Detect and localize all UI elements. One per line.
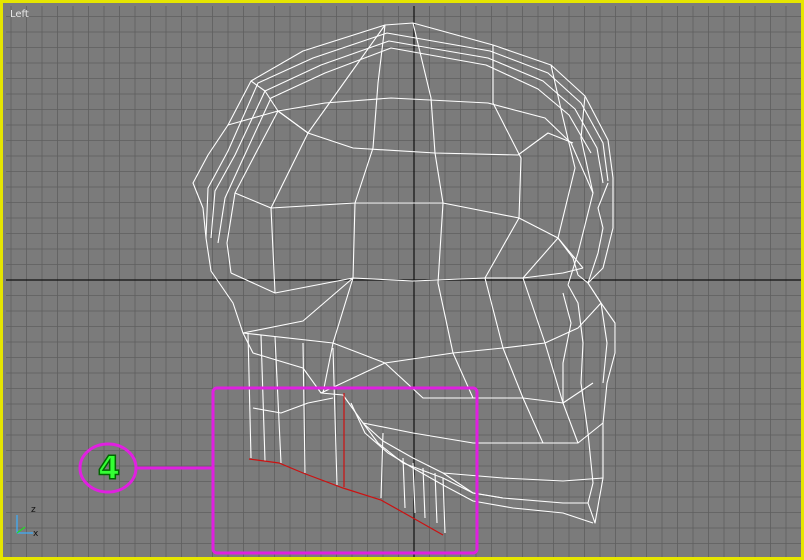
axis-gizmo: x z (16, 505, 39, 539)
left-viewport[interactable]: x z Left 4 (0, 0, 804, 560)
axis-z-label: z (31, 505, 36, 515)
skull-wireframe-mesh[interactable] (192, 22, 616, 534)
axis-x-label: x (33, 529, 39, 539)
viewport-label[interactable]: Left (10, 9, 29, 20)
step-number-label: 4 (97, 448, 121, 488)
